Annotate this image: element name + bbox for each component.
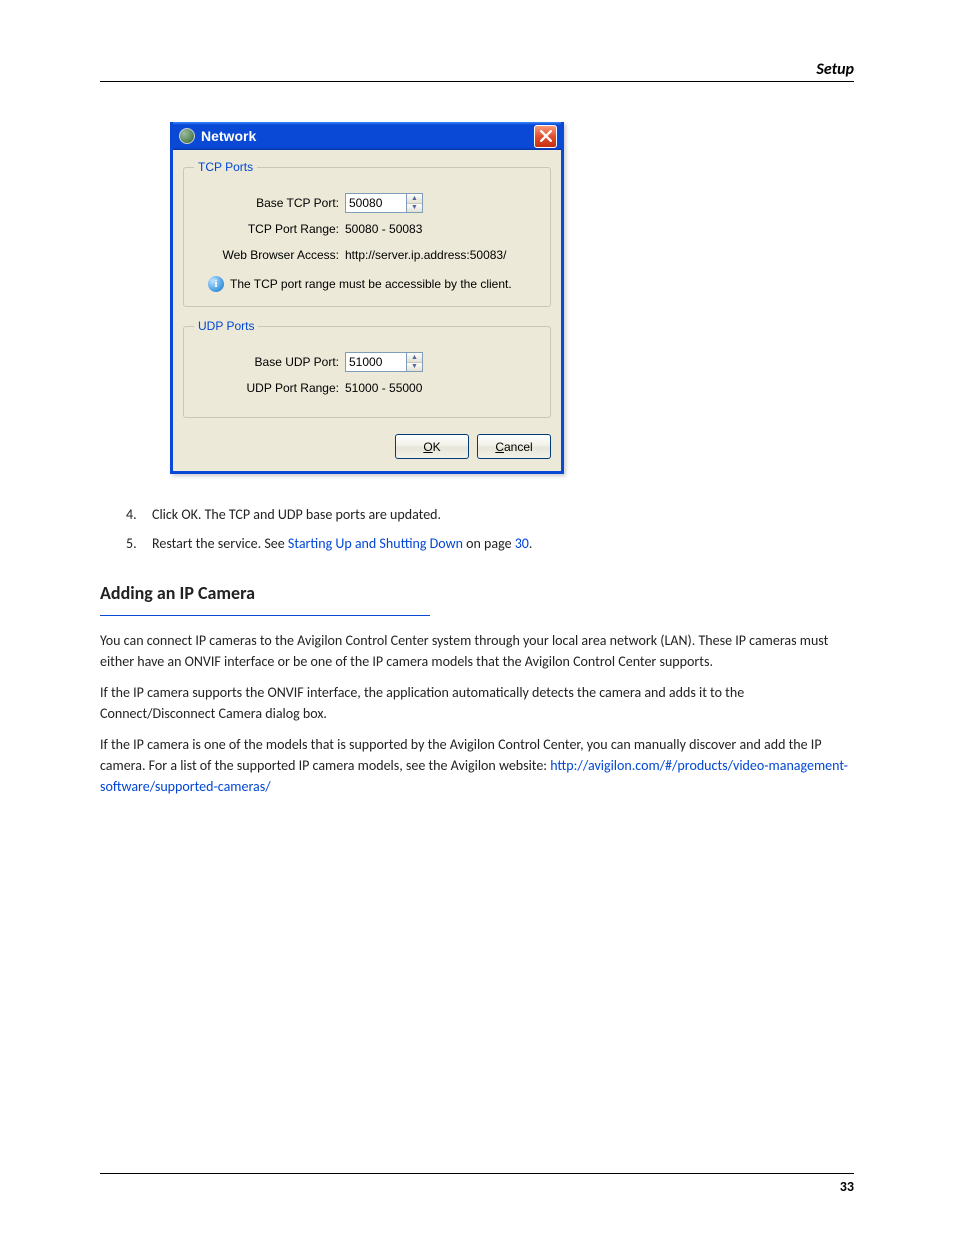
- document-body: 4. Click OK. The TCP and UDP base ports …: [100, 504, 854, 797]
- tcp-legend: TCP Ports: [194, 160, 257, 174]
- close-button[interactable]: [534, 125, 557, 148]
- tcp-port-range-label: TCP Port Range:: [194, 222, 345, 236]
- step-4-text: Click OK. The TCP and UDP base ports are…: [152, 504, 854, 525]
- udp-port-range-label: UDP Port Range:: [194, 381, 345, 395]
- header-section-title: Setup: [816, 60, 854, 79]
- close-icon: [540, 130, 552, 142]
- cancel-button[interactable]: Cancel: [477, 434, 551, 459]
- web-browser-access-label: Web Browser Access:: [194, 248, 345, 262]
- spinner-up-icon[interactable]: ▲: [407, 194, 422, 204]
- paragraph-1: You can connect IP cameras to the Avigil…: [100, 630, 854, 672]
- base-tcp-port-spinner[interactable]: ▲ ▼: [345, 193, 423, 213]
- info-icon: i: [208, 276, 224, 292]
- udp-ports-group: UDP Ports Base UDP Port: ▲ ▼ UDP Port: [183, 319, 551, 418]
- step-4: 4. Click OK. The TCP and UDP base ports …: [126, 504, 854, 525]
- base-udp-port-spinner[interactable]: ▲ ▼: [345, 352, 423, 372]
- udp-port-range-value: 51000 - 55000: [345, 381, 422, 395]
- xref-link[interactable]: Starting Up and Shutting Down: [288, 535, 463, 552]
- base-udp-port-input[interactable]: [345, 352, 407, 372]
- step-5-number: 5.: [126, 533, 152, 554]
- tcp-info-line: i The TCP port range must be accessible …: [208, 276, 540, 292]
- section-heading: Adding an IP Camera: [100, 580, 854, 607]
- dialog-titlebar[interactable]: Network: [173, 122, 561, 150]
- spinner-up-icon[interactable]: ▲: [407, 353, 422, 363]
- paragraph-3: If the IP camera is one of the models th…: [100, 734, 854, 797]
- paragraph-2: If the IP camera supports the ONVIF inte…: [100, 682, 854, 724]
- xref-page[interactable]: 30: [515, 535, 529, 552]
- udp-legend: UDP Ports: [194, 319, 258, 333]
- dialog-title: Network: [201, 128, 256, 144]
- page-header: Setup: [100, 60, 854, 82]
- base-tcp-port-input[interactable]: [345, 193, 407, 213]
- page-footer: 33: [100, 1173, 854, 1195]
- spinner-down-icon[interactable]: ▼: [407, 363, 422, 372]
- page-number: 33: [100, 1178, 854, 1195]
- spinner-down-icon[interactable]: ▼: [407, 204, 422, 213]
- base-tcp-port-label: Base TCP Port:: [194, 196, 345, 210]
- app-icon: [179, 128, 195, 144]
- network-dialog: Network TCP Ports Base TCP Port:: [170, 122, 564, 474]
- tcp-ports-group: TCP Ports Base TCP Port: ▲ ▼ TCP Port: [183, 160, 551, 307]
- step-5-text: Restart the service. See Starting Up and…: [152, 533, 854, 554]
- tcp-port-range-value: 50080 - 50083: [345, 222, 422, 236]
- step-4-number: 4.: [126, 504, 152, 525]
- tcp-info-text: The TCP port range must be accessible by…: [230, 277, 512, 291]
- section-rule: [100, 615, 430, 616]
- ok-button[interactable]: OK: [395, 434, 469, 459]
- base-udp-port-label: Base UDP Port:: [194, 355, 345, 369]
- step-5: 5. Restart the service. See Starting Up …: [126, 533, 854, 554]
- web-browser-access-value: http://server.ip.address:50083/: [345, 248, 506, 262]
